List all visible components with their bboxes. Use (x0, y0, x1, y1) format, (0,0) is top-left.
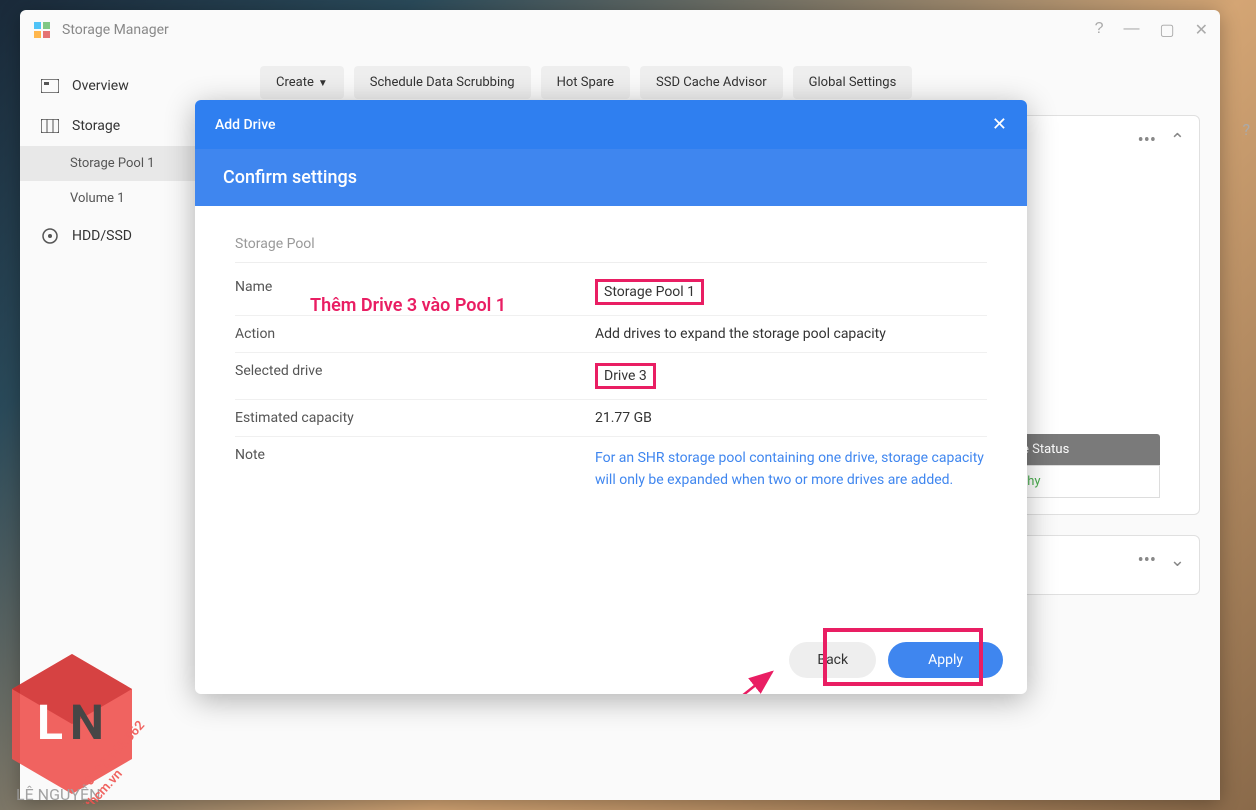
scrub-button[interactable]: Schedule Data Scrubbing (354, 66, 531, 99)
toolbar: Create ▼ Schedule Data Scrubbing Hot Spar… (260, 66, 1200, 99)
highlight-name: Storage Pool 1 (595, 279, 704, 305)
more-icon[interactable]: ••• (1138, 550, 1156, 571)
watermark: L N LÊ NGUYỄN 0908.165.362 ithcm.vn (2, 644, 172, 808)
help-icon[interactable]: ? (1095, 20, 1104, 40)
settings-row-note: Note For an SHR storage pool containing … (235, 437, 987, 502)
arrow-annotation (687, 662, 787, 694)
settings-label: Note (235, 447, 595, 492)
settings-value: 21.77 GB (595, 410, 987, 426)
settings-value: Storage Pool 1 (595, 279, 987, 305)
button-label: Create (276, 75, 314, 90)
create-button[interactable]: Create ▼ (260, 66, 344, 99)
maximize-icon[interactable]: ▢ (1159, 20, 1174, 40)
global-settings-button[interactable]: Global Settings (793, 66, 913, 99)
section-label: Storage Pool (235, 236, 987, 263)
settings-row-capacity: Estimated capacity 21.77 GB (235, 400, 987, 437)
sidebar-item-label: Storage Pool 1 (70, 156, 155, 171)
sidebar-item-label: Overview (72, 78, 129, 94)
external-help-icon[interactable]: ? (1242, 120, 1250, 139)
annotation-text: Thêm Drive 3 vào Pool 1 (310, 295, 506, 316)
expand-icon[interactable]: ⌄ (1170, 550, 1185, 571)
collapse-icon[interactable]: ⌃ (1170, 130, 1185, 151)
storage-icon (40, 116, 60, 136)
svg-text:L: L (37, 694, 63, 751)
status-header: e Status (1010, 434, 1160, 465)
highlight-drive: Drive 3 (595, 363, 656, 389)
titlebar: Storage Manager ? — ▢ ✕ (20, 10, 1220, 50)
hotspare-button[interactable]: Hot Spare (541, 66, 630, 99)
svg-text:N: N (70, 694, 104, 751)
ssd-advisor-button[interactable]: SSD Cache Advisor (640, 66, 783, 99)
modal-header: Add Drive ✕ (195, 100, 1027, 149)
back-button[interactable]: Back (789, 642, 876, 678)
settings-row-drive: Selected drive Drive 3 (235, 353, 987, 400)
more-icon[interactable]: ••• (1138, 130, 1156, 151)
overview-icon (40, 76, 60, 96)
hdd-icon (40, 226, 60, 246)
modal-title: Add Drive (215, 117, 276, 133)
caret-down-icon: ▼ (318, 78, 328, 89)
app-title: Storage Manager (62, 22, 169, 38)
settings-label: Estimated capacity (235, 410, 595, 426)
settings-label: Selected drive (235, 363, 595, 389)
settings-value: For an SHR storage pool containing one d… (595, 447, 987, 492)
settings-value: Drive 3 (595, 363, 987, 389)
status-value: thy (1010, 465, 1160, 498)
modal-subheader: Confirm settings (195, 149, 1027, 206)
settings-label: Action (235, 326, 595, 342)
modal-subtitle: Confirm settings (223, 167, 999, 188)
sidebar-item-label: HDD/SSD (72, 228, 132, 244)
modal-body: Storage Pool Name Storage Pool 1 Action … (195, 206, 1027, 626)
apply-button[interactable]: Apply (888, 642, 1003, 678)
add-drive-modal: Add Drive ✕ Confirm settings Storage Poo… (195, 100, 1027, 694)
status-box: e Status thy (1010, 434, 1160, 498)
settings-row-action: Action Add drives to expand the storage … (235, 316, 987, 353)
app-icon (32, 20, 52, 40)
window-controls: ? — ▢ ✕ (1095, 20, 1208, 40)
sidebar-item-label: Storage (72, 118, 120, 134)
settings-value: Add drives to expand the storage pool ca… (595, 326, 987, 342)
close-icon[interactable]: ✕ (992, 114, 1007, 135)
close-window-icon[interactable]: ✕ (1195, 20, 1208, 40)
modal-footer: Back Apply (195, 626, 1027, 694)
minimize-icon[interactable]: — (1123, 20, 1139, 40)
sidebar-item-label: Volume 1 (70, 191, 125, 206)
